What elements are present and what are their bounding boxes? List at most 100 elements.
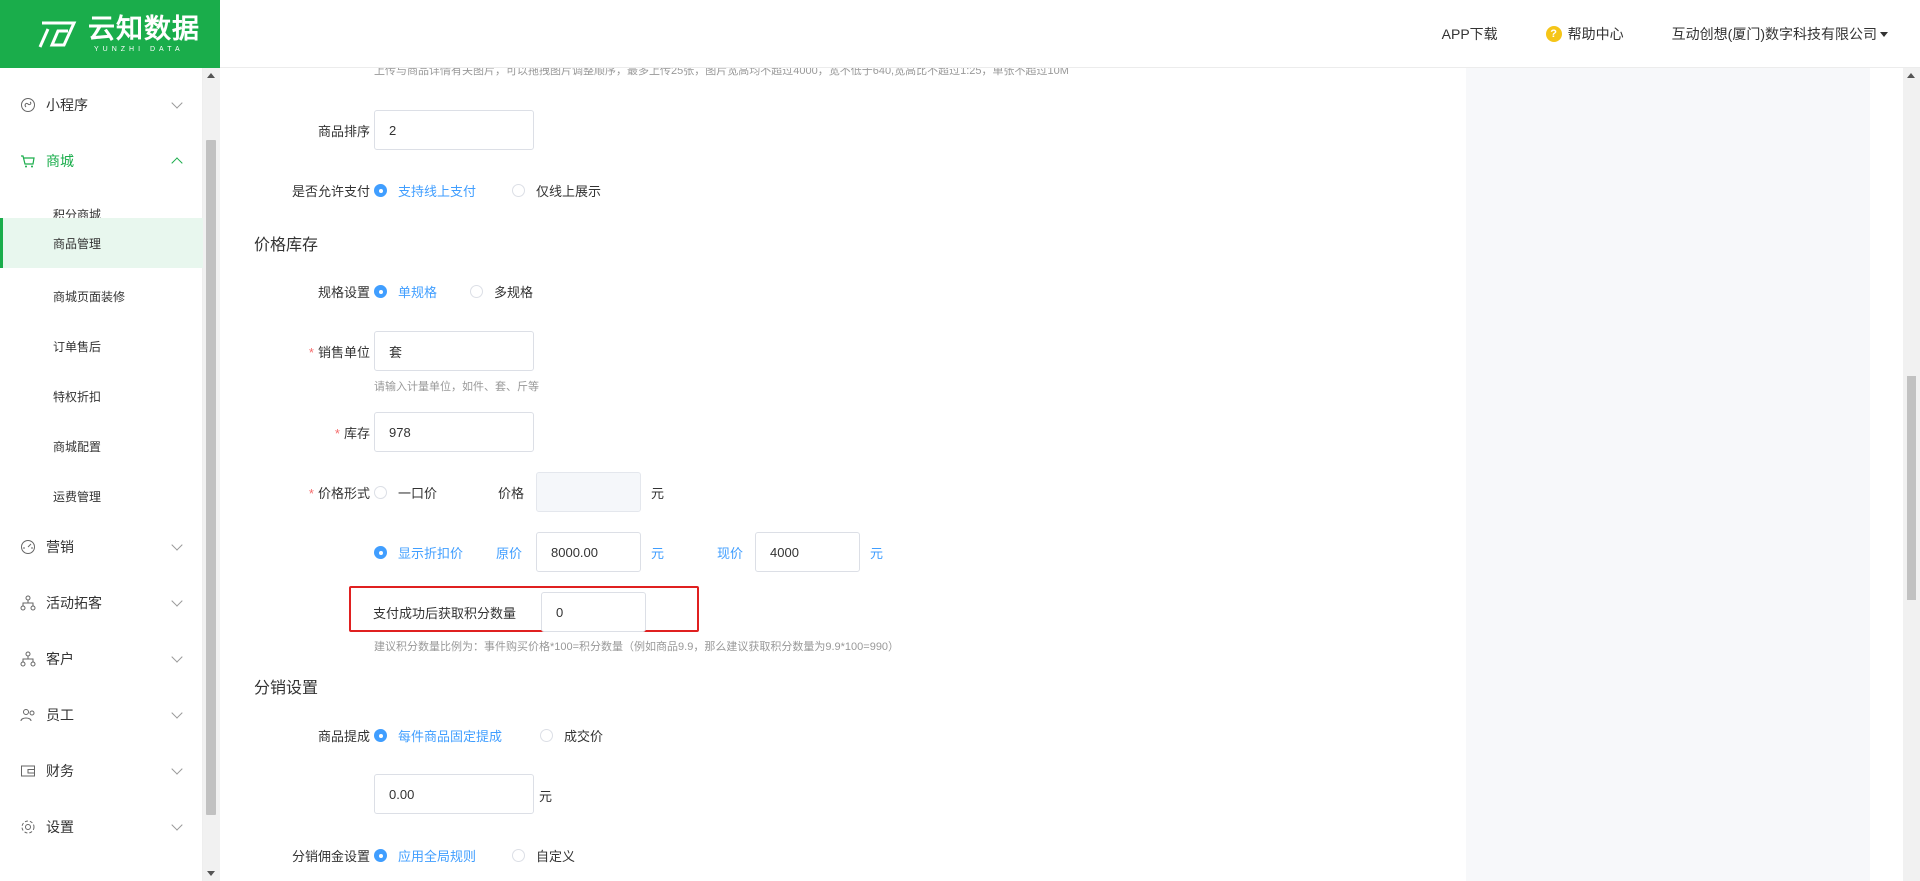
sidebar-item-label: 小程序 (46, 97, 88, 113)
stock-input[interactable]: 978 (374, 412, 534, 452)
sidebar-subitem-label: 商城页面装修 (53, 289, 126, 304)
unit-label: * 销售单位 (308, 345, 370, 360)
original-price-unit: 元 (651, 546, 665, 561)
points-input[interactable]: 0 (541, 592, 646, 632)
stock-label-text: 库存 (343, 426, 370, 441)
scroll-down-arrow-icon[interactable] (207, 871, 215, 876)
help-icon: ? (1545, 26, 1562, 42)
commission-label: 商品提成 (317, 729, 370, 744)
sidebar-subitem-label: 特权折扣 (53, 389, 102, 404)
users-icon (20, 709, 35, 722)
company-dropdown[interactable]: 互动创想(厦门)数字科技有限公司 (1672, 24, 1888, 44)
current-price-input[interactable]: 4000 (755, 532, 860, 572)
sidebar-subitem-privilege-discount[interactable]: 特权折扣 (0, 372, 203, 420)
scroll-up-arrow-icon[interactable] (1907, 73, 1915, 78)
sidebar-item-staff[interactable]: 员工 (0, 695, 203, 735)
price-form-label-text: 价格形式 (317, 486, 370, 501)
radio-label: 显示折扣价 (398, 546, 464, 561)
sidebar-subitem-mall-config[interactable]: 商城配置 (0, 422, 203, 470)
unit-label-text: 销售单位 (317, 345, 370, 360)
dist-setting-label: 分销佣金设置 (291, 849, 370, 864)
display-only-radio[interactable]: 仅线上展示 (512, 181, 601, 200)
chevron-up-icon (171, 157, 183, 169)
pay-label: 是否允许支付 (291, 184, 370, 199)
sidebar-item-finance[interactable]: 财务 (0, 751, 203, 791)
cart-icon (21, 155, 35, 168)
sidebar-item-label: 商城 (46, 153, 74, 169)
sort-label: 商品排序 (317, 124, 370, 139)
main-scrollbar[interactable] (1903, 68, 1920, 881)
logo[interactable]: 云知数据 YUNZHI DATA (0, 0, 220, 68)
chevron-down-icon (171, 763, 183, 775)
chevron-down-icon (171, 539, 183, 551)
main-scrollbar-thumb[interactable] (1907, 376, 1916, 600)
deal-price-radio[interactable]: 成交价 (540, 726, 603, 745)
commission-input[interactable]: 0.00 (374, 774, 534, 814)
unit-tip: 请输入计量单位，如件、套、斤等 (374, 381, 539, 393)
sort-input[interactable]: 2 (374, 110, 534, 150)
dashboard-icon (21, 540, 35, 554)
fixed-price-radio[interactable]: 一口价 (374, 483, 437, 502)
sidebar-item-label: 员工 (46, 707, 74, 723)
stock-label: * 库存 (334, 426, 370, 441)
company-name: 互动创想(厦门)数字科技有限公司 (1671, 26, 1877, 42)
sidebar-item-marketing[interactable]: 营销 (0, 527, 203, 567)
multi-spec-radio[interactable]: 多规格 (470, 282, 533, 301)
radio-label: 仅线上展示 (536, 184, 602, 199)
mini-program-icon (21, 98, 35, 112)
radio-label: 每件商品固定提成 (398, 729, 503, 744)
sidebar-subitem-shipping[interactable]: 运费管理 (0, 472, 203, 520)
app-download-label: APP下载 (1441, 26, 1498, 42)
points-tip: 建议积分数量比例为：事件购买价格*100=积分数量（例如商品9.9，那么建议获取… (374, 641, 900, 653)
sidebar-item-mini-program[interactable]: 小程序 (0, 85, 203, 125)
sidebar-item-mall[interactable]: 商城 (0, 141, 203, 181)
product-form: 上传与商品详情有关图片，可以拖拽图片调整顺序，最多上传25张，图片宽高均不超过4… (230, 68, 1465, 881)
fixed-commission-radio[interactable]: 每件商品固定提成 (374, 726, 502, 745)
network-icon (20, 651, 36, 667)
caret-down-icon (1880, 31, 1888, 37)
right-panel (1466, 68, 1870, 881)
price-unit: 元 (651, 486, 665, 501)
app-download-link[interactable]: APP下载 (1442, 24, 1498, 44)
logo-text: 云知数据 (88, 13, 200, 44)
original-price-label: 原价 (496, 546, 523, 561)
sidebar-scrollbar[interactable] (203, 68, 220, 881)
current-price-label: 现价 (717, 546, 744, 561)
unit-input[interactable]: 套 (374, 331, 534, 371)
sidebar-item-settings[interactable]: 设置 (0, 807, 203, 847)
sidebar-item-label: 营销 (46, 539, 74, 555)
top-bar: 云知数据 YUNZHI DATA APP下载 ? 帮助中心 互动创想(厦门)数字科… (0, 0, 1920, 68)
logo-icon (38, 21, 77, 48)
discount-price-radio[interactable]: 显示折扣价 (374, 543, 463, 562)
global-rule-radio[interactable]: 应用全局规则 (374, 846, 476, 865)
sidebar-item-customer[interactable]: 客户 (0, 639, 203, 679)
chevron-down-icon (171, 595, 183, 607)
radio-label: 多规格 (494, 285, 534, 300)
sidebar-subitem-product-management[interactable]: 商品管理 (0, 218, 203, 268)
sidebar: 小程序 商城 积分商城 商品管理 商城页面装修 订单售后 特权折扣 商城配置 运… (0, 68, 203, 881)
chevron-down-icon (171, 707, 183, 719)
sidebar-subitem-page-decoration[interactable]: 商城页面装修 (0, 272, 203, 320)
original-price-input[interactable]: 8000.00 (536, 532, 641, 572)
points-label: 支付成功后获取积分数量 (373, 606, 517, 621)
scroll-up-arrow-icon[interactable] (207, 73, 215, 78)
single-spec-radio[interactable]: 单规格 (374, 282, 437, 301)
chevron-down-icon (171, 819, 183, 831)
image-upload-hint: 上传与商品详情有关图片，可以拖拽图片调整顺序，最多上传25张，图片宽高均不超过4… (374, 68, 1069, 77)
price-stock-section-title: 价格库存 (254, 237, 319, 254)
distribution-section-title: 分销设置 (254, 680, 319, 697)
chevron-down-icon (171, 651, 183, 663)
price-label: 价格 (498, 486, 525, 501)
pay-online-radio[interactable]: 支持线上支付 (374, 181, 476, 200)
sidebar-subitem-order-aftersale[interactable]: 订单售后 (0, 322, 203, 370)
price-input (536, 472, 641, 512)
sidebar-item-label: 财务 (46, 763, 74, 779)
help-center-link[interactable]: ? 帮助中心 (1545, 24, 1624, 44)
sidebar-item-activity[interactable]: 活动拓客 (0, 583, 203, 623)
custom-rule-radio[interactable]: 自定义 (512, 846, 575, 865)
sidebar-item-label: 客户 (46, 651, 74, 667)
radio-label: 应用全局规则 (398, 849, 477, 864)
sidebar-subitem-label: 订单售后 (53, 339, 102, 354)
sidebar-scrollbar-thumb[interactable] (206, 140, 216, 815)
logo-subtext: YUNZHI DATA (94, 45, 184, 53)
